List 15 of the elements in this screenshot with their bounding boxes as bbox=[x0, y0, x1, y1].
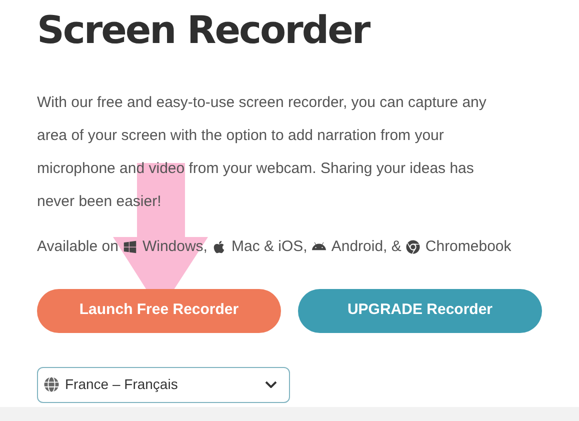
windows-icon bbox=[123, 240, 138, 254]
page-title: Screen Recorder bbox=[37, 7, 370, 54]
platform-label: Chromebook bbox=[425, 237, 512, 257]
platform-label: Windows, bbox=[142, 237, 208, 257]
launch-button[interactable]: Launch Free Recorder bbox=[37, 288, 281, 332]
apple-icon bbox=[212, 240, 226, 254]
platform-label: Mac & iOS, bbox=[231, 237, 308, 257]
platform-label: Android, & bbox=[331, 237, 402, 257]
availability-label: Available on bbox=[37, 237, 118, 257]
language-select[interactable]: France – Français bbox=[37, 366, 290, 402]
globe-icon bbox=[44, 377, 59, 392]
chrome-icon bbox=[406, 240, 420, 254]
upgrade-button[interactable]: UPGRADE Recorder bbox=[298, 288, 542, 332]
chevron-icon bbox=[265, 381, 277, 388]
intro-paragraph: With our free and easy-to-use screen recorder, you can capture any area of your screen with the option to add narration from your microphone and video from your webcam. Sharing your ideas has never been easier! bbox=[37, 93, 488, 212]
